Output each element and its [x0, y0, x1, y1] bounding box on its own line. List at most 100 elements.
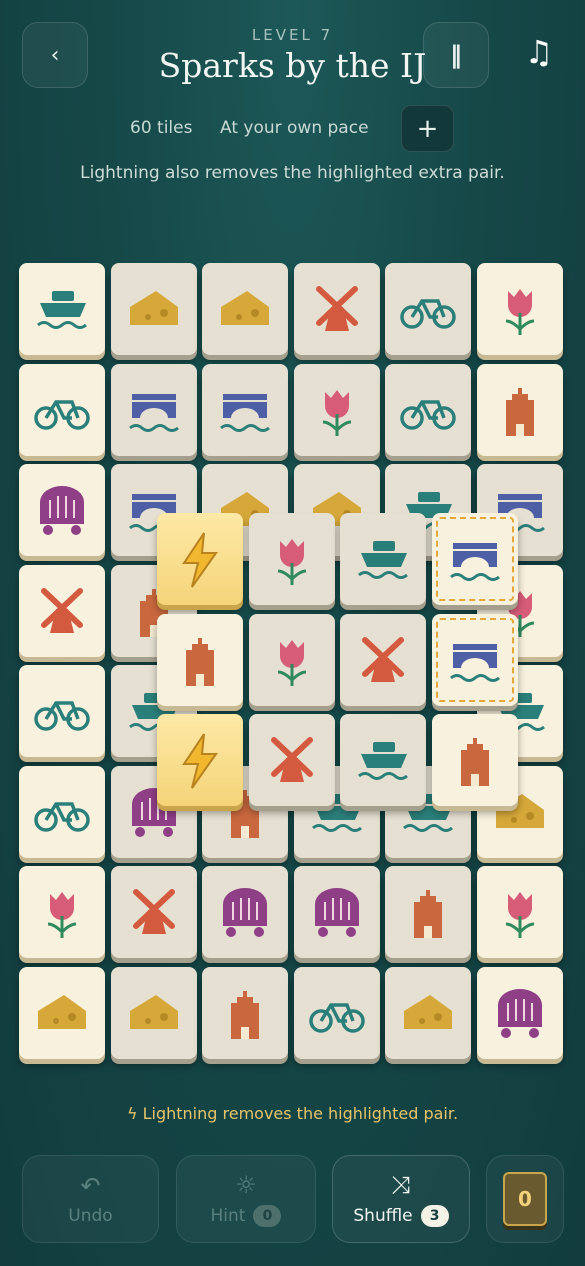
plus-icon: + — [416, 113, 439, 144]
bike-icon — [34, 801, 90, 832]
cart-icon — [40, 486, 84, 535]
shuffle-button[interactable]: ⤨ Shuffle 3 — [332, 1155, 470, 1243]
coin-counter: 0 — [503, 1172, 547, 1226]
house-icon — [414, 890, 442, 938]
tile-bike[interactable] — [293, 966, 380, 1059]
coins-button[interactable]: 0 — [486, 1155, 564, 1243]
windmill-icon — [362, 636, 404, 682]
tile-cheese[interactable] — [110, 263, 197, 355]
hint-label: Hint — [210, 1206, 246, 1226]
tile-cart[interactable] — [476, 966, 563, 1059]
cheese-icon — [129, 994, 178, 1029]
tile-tulip[interactable] — [19, 866, 105, 958]
tile-cart[interactable] — [19, 464, 105, 556]
music-note-icon: ♫ — [524, 33, 554, 71]
tile-bike[interactable] — [19, 665, 105, 757]
bike-icon — [34, 399, 90, 430]
house-icon — [186, 637, 214, 686]
tile-tulip[interactable] — [248, 513, 335, 605]
tile-bridge[interactable] — [110, 363, 197, 456]
tile-cheese[interactable] — [110, 966, 197, 1059]
tile-windmill[interactable] — [293, 263, 380, 355]
hint-count-badge: 0 — [253, 1205, 282, 1227]
pause-button[interactable]: ‖ — [423, 22, 489, 88]
cheese-icon — [38, 994, 86, 1029]
boat-icon — [358, 742, 408, 780]
undo-icon: ↶ — [80, 1172, 101, 1200]
house-icon — [460, 738, 489, 786]
tile-house[interactable] — [157, 613, 243, 706]
tulip-icon — [505, 892, 534, 938]
bridge-icon — [449, 543, 500, 581]
tile-house[interactable] — [476, 363, 563, 456]
bike-icon — [34, 701, 90, 731]
tile-tulip[interactable] — [476, 263, 563, 355]
bike-icon — [400, 399, 456, 430]
tile-bolt[interactable] — [157, 714, 243, 806]
windmill-icon — [132, 889, 175, 934]
cheese-icon — [404, 994, 452, 1029]
page-title: Sparks by the IJ — [158, 46, 427, 85]
tile-house[interactable] — [431, 714, 518, 806]
tile-bike[interactable] — [19, 363, 105, 456]
pace-label: At your own pace — [220, 118, 369, 138]
tile-windmill[interactable] — [110, 866, 197, 958]
bolt-icon — [182, 733, 218, 789]
tile-bolt[interactable] — [157, 513, 243, 605]
tile-bike[interactable] — [385, 263, 471, 355]
tile-boat[interactable] — [340, 513, 426, 605]
tile-bridge[interactable] — [431, 513, 518, 605]
cart-icon — [223, 888, 267, 937]
tile-house[interactable] — [202, 966, 288, 1059]
windmill-icon — [41, 587, 83, 633]
bike-icon — [400, 299, 456, 329]
tile-cart[interactable] — [202, 866, 288, 958]
tile-house[interactable] — [385, 866, 471, 958]
tile-cart[interactable] — [293, 866, 380, 958]
tulip-icon — [322, 389, 351, 436]
house-icon — [231, 990, 259, 1039]
tile-cheese[interactable] — [385, 966, 471, 1059]
tile-bike[interactable] — [385, 363, 471, 456]
sun-icon: ☼ — [235, 1171, 257, 1199]
lightning-notice: Lightning also removes the highlighted e… — [80, 163, 505, 183]
tile-tulip[interactable] — [293, 363, 380, 456]
tile-cheese[interactable] — [19, 966, 105, 1059]
tulip-icon — [47, 892, 77, 938]
tile-windmill[interactable] — [248, 714, 335, 806]
bridge-icon — [220, 393, 270, 432]
cart-icon — [497, 988, 542, 1038]
tile-boat[interactable] — [340, 714, 426, 806]
bridge-icon — [128, 393, 179, 432]
tulip-icon — [277, 639, 306, 686]
pause-icon: ‖ — [450, 41, 462, 69]
tulip-icon — [277, 539, 306, 585]
cart-icon — [314, 888, 359, 937]
tile-bike[interactable] — [19, 765, 105, 858]
windmill-icon — [270, 737, 313, 782]
tile-tulip[interactable] — [476, 866, 563, 958]
windmill-icon — [315, 286, 358, 331]
tile-tulip[interactable] — [248, 613, 335, 706]
undo-label: Undo — [68, 1206, 113, 1226]
boat-icon — [358, 541, 408, 579]
music-button[interactable]: ♫ — [514, 32, 564, 72]
hint-line: ϟ Lightning removes the highlighted pair… — [126, 1104, 459, 1123]
hint-button[interactable]: ☼ Hint 0 — [176, 1155, 316, 1243]
tile-bridge[interactable] — [202, 363, 288, 456]
undo-button[interactable]: ↶ Undo — [22, 1155, 159, 1243]
shuffle-label: Shuffle — [353, 1206, 413, 1226]
add-button[interactable]: + — [401, 105, 454, 152]
shuffle-icon: ⤨ — [391, 1171, 411, 1199]
tile-windmill[interactable] — [19, 564, 105, 657]
bolt-icon — [182, 532, 218, 588]
shuffle-count-badge: 3 — [420, 1205, 449, 1227]
tile-cheese[interactable] — [202, 263, 288, 355]
level-label: LEVEL 7 — [251, 26, 334, 44]
bridge-icon — [449, 643, 500, 682]
tile-bridge[interactable] — [431, 613, 518, 706]
tile-windmill[interactable] — [340, 613, 426, 706]
tile-boat[interactable] — [19, 263, 105, 355]
cheese-icon — [129, 291, 178, 325]
tulip-icon — [505, 289, 534, 335]
